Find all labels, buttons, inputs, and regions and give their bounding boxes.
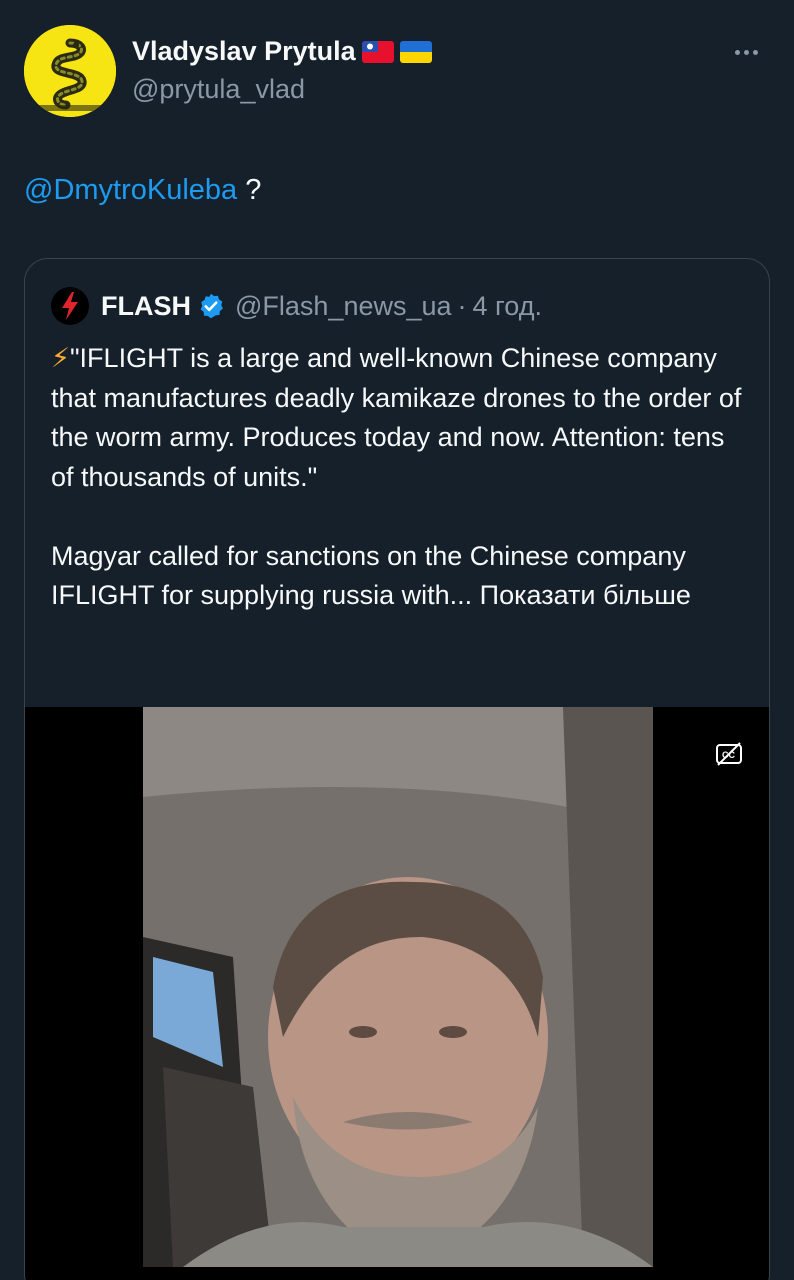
quoted-author-avatar[interactable] <box>51 287 89 325</box>
gadsden-snake-avatar-icon <box>24 25 116 117</box>
quoted-tweet-body: ⚡"IFLIGHT is a large and well-known Chin… <box>51 339 751 616</box>
quoted-tweet-header: FLASH @Flash_news_ua · 4 год. <box>51 287 542 325</box>
verified-badge-icon <box>197 292 225 320</box>
author-avatar[interactable] <box>24 25 116 117</box>
video-thumbnail-image <box>143 707 653 1267</box>
more-options-button[interactable] <box>726 36 766 68</box>
quoted-paragraph-1: ⚡"IFLIGHT is a large and well-known Chin… <box>51 339 751 497</box>
mention-link[interactable]: @DmytroKuleba <box>24 174 237 206</box>
quoted-paragraph-1-text: "IFLIGHT is a large and well-known Chine… <box>51 343 742 492</box>
more-horizontal-icon <box>734 49 740 55</box>
tweet-suffix: ? <box>237 174 262 206</box>
tweet-page: Vladyslav Prytula @prytula_vlad @DmytroK… <box>0 0 794 1280</box>
quoted-paragraph-2: Magyar called for sanctions on the Chine… <box>51 537 751 616</box>
quoted-author-handle[interactable]: @Flash_news_ua <box>235 291 452 322</box>
separator-dot: · <box>457 290 467 321</box>
video-player[interactable]: CC <box>25 707 769 1280</box>
tweet-text: @DmytroKuleba ? <box>24 174 261 207</box>
ukraine-flag-icon <box>399 40 432 63</box>
author-name[interactable]: Vladyslav Prytula <box>132 36 432 67</box>
author-name-text: Vladyslav Prytula <box>132 36 356 66</box>
taiwan-flag-icon <box>361 40 394 63</box>
quoted-author-name[interactable]: FLASH <box>101 291 191 322</box>
show-more-link[interactable]: Показати більше <box>480 580 691 610</box>
more-dot <box>752 49 758 55</box>
lightning-emoji-icon: ⚡ <box>51 343 70 373</box>
lightning-logo-icon <box>62 292 78 320</box>
closed-captions-off-icon[interactable]: CC <box>715 741 743 767</box>
quoted-tweet-card[interactable]: FLASH @Flash_news_ua · 4 год. ⚡"IFLIGHT … <box>24 258 770 1280</box>
more-dot <box>743 49 749 55</box>
video-frame <box>143 707 653 1267</box>
quoted-timestamp[interactable]: 4 год. <box>473 291 542 322</box>
author-handle[interactable]: @prytula_vlad <box>132 74 305 105</box>
